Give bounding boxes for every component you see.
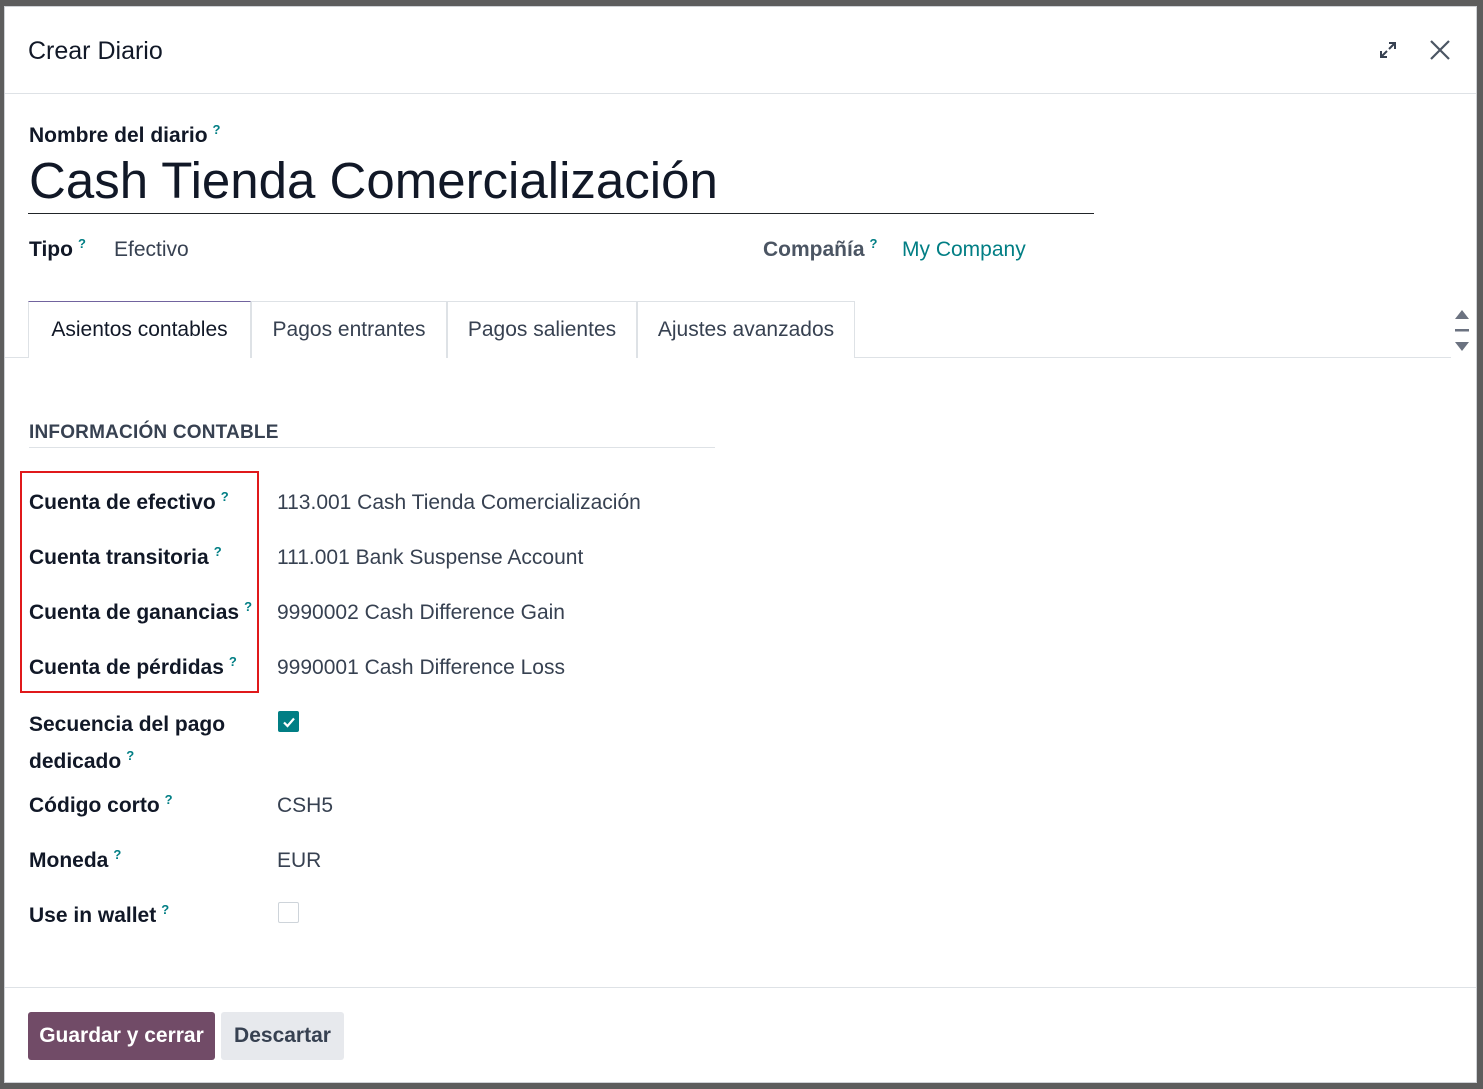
company-label-text: Compañía [763, 238, 865, 261]
help-icon[interactable]: ? [221, 489, 229, 504]
suspense-account-label-text: Cuenta transitoria [29, 546, 209, 569]
type-field[interactable]: Efectivo [114, 238, 189, 262]
save-and-close-button[interactable]: Guardar y cerrar [28, 1012, 215, 1060]
currency-field[interactable]: EUR [277, 849, 321, 873]
help-icon[interactable]: ? [126, 748, 134, 763]
currency-label-text: Moneda [29, 849, 109, 872]
discard-button[interactable]: Descartar [221, 1012, 344, 1060]
journal-name-input[interactable] [28, 148, 1094, 214]
accounting-info-heading: INFORMACIÓN CONTABLE [29, 422, 279, 443]
help-icon[interactable]: ? [78, 236, 86, 251]
tab-incoming-payments[interactable]: Pagos entrantes [251, 301, 447, 358]
currency-label: Moneda? [29, 847, 121, 873]
cash-account-field[interactable]: 113.001 Cash Tienda Comercialización [277, 491, 641, 515]
cash-account-label: Cuenta de efectivo? [29, 489, 229, 515]
type-label-text: Tipo [29, 238, 73, 261]
help-icon[interactable]: ? [870, 236, 878, 251]
journal-name-label-text: Nombre del diario [29, 124, 208, 147]
profit-account-label-text: Cuenta de ganancias [29, 601, 240, 624]
cash-account-label-text: Cuenta de efectivo [29, 491, 216, 514]
close-icon[interactable] [1423, 33, 1457, 67]
dedicated-sequence-checkbox[interactable] [278, 711, 299, 732]
help-icon[interactable]: ? [213, 122, 221, 137]
help-icon[interactable]: ? [113, 847, 121, 862]
dialog-title: Crear Diario [28, 37, 163, 65]
suspense-account-field[interactable]: 111.001 Bank Suspense Account [277, 546, 583, 570]
help-icon[interactable]: ? [229, 654, 237, 669]
profit-account-label: Cuenta de ganancias? [29, 599, 252, 625]
tabs-scroll-arrows[interactable] [1452, 306, 1472, 356]
suspense-account-label: Cuenta transitoria? [29, 544, 222, 570]
help-icon[interactable]: ? [244, 599, 252, 614]
help-icon[interactable]: ? [161, 902, 169, 917]
dialog-header: Crear Diario [5, 7, 1476, 94]
profit-account-field[interactable]: 9990002 Cash Difference Gain [277, 601, 565, 625]
checkmark-icon [282, 717, 295, 728]
help-icon[interactable]: ? [214, 544, 222, 559]
dedicated-sequence-label-line2: dedicado [29, 750, 122, 773]
company-field[interactable]: My Company [902, 238, 1026, 262]
use-in-wallet-label: Use in wallet? [29, 902, 169, 928]
section-divider [29, 447, 715, 448]
short-code-label: Código corto? [29, 792, 173, 818]
use-in-wallet-label-text: Use in wallet [29, 904, 157, 927]
use-in-wallet-checkbox[interactable] [278, 902, 299, 923]
create-journal-dialog: Crear Diario Nombre del diario? Tipo? Ef… [4, 6, 1477, 1083]
help-icon[interactable]: ? [165, 792, 173, 807]
tab-journal-entries[interactable]: Asientos contables [28, 301, 251, 358]
company-label: Compañía? [763, 236, 877, 262]
short-code-field[interactable]: CSH5 [277, 794, 333, 818]
short-code-label-text: Código corto [29, 794, 160, 817]
loss-account-label: Cuenta de pérdidas? [29, 654, 237, 680]
dedicated-sequence-label: Secuencia del pago dedicado? [29, 709, 225, 777]
notebook-tabs: Asientos contables Pagos entrantes Pagos… [5, 301, 1451, 358]
dialog-footer: Guardar y cerrar Descartar [5, 987, 1476, 1082]
expand-icon[interactable] [1373, 35, 1403, 65]
dedicated-sequence-label-line1: Secuencia del pago [29, 713, 226, 736]
journal-name-label: Nombre del diario? [29, 122, 220, 148]
tab-advanced-settings[interactable]: Ajustes avanzados [637, 301, 855, 358]
loss-account-field[interactable]: 9990001 Cash Difference Loss [277, 656, 565, 680]
loss-account-label-text: Cuenta de pérdidas [29, 656, 224, 679]
type-label: Tipo? [29, 236, 86, 262]
tab-outgoing-payments[interactable]: Pagos salientes [447, 301, 637, 358]
